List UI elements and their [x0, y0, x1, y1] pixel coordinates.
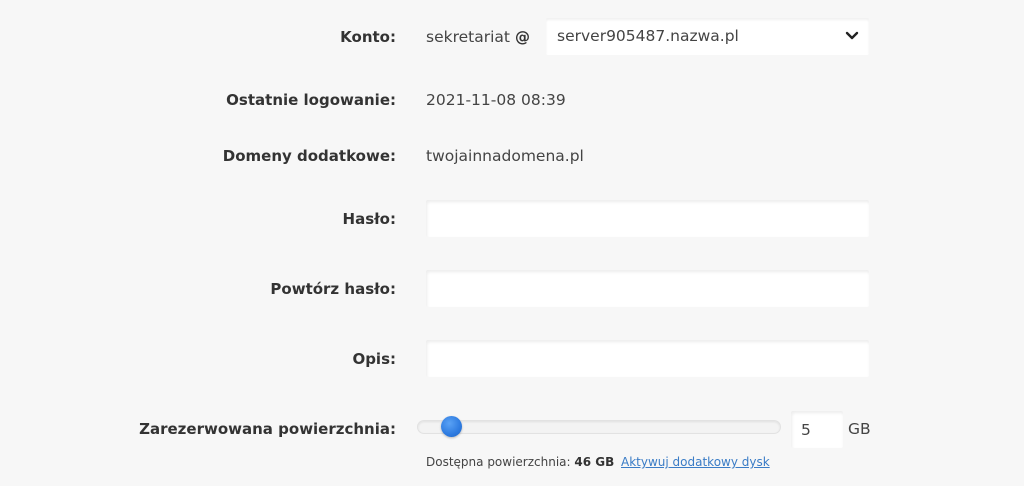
slider-handle[interactable]	[441, 416, 462, 437]
activate-disk-link[interactable]: Aktywuj dodatkowy dysk	[621, 454, 770, 470]
last-login-value: 2021-11-08 08:39	[426, 91, 566, 109]
available-space-value: 46 GB	[574, 455, 615, 469]
password-label: Hasło:	[342, 210, 396, 228]
description-field[interactable]	[426, 340, 869, 377]
reserved-space-label: Zarezerwowana powierzchnia:	[139, 420, 396, 438]
last-login-label: Ostatnie logowanie:	[226, 91, 396, 109]
chevron-down-icon	[845, 31, 859, 40]
reserved-space-input[interactable]	[791, 411, 843, 448]
account-label: Konto:	[340, 28, 396, 46]
password-repeat-label: Powtórz hasło:	[270, 280, 396, 298]
mailbox-edit-form: Konto: sekretariat @ server905487.nazwa.…	[0, 0, 1024, 486]
available-space-hint: Dostępna powierzchnia: 46 GB	[426, 454, 614, 470]
account-username: sekretariat	[426, 28, 510, 46]
domain-select[interactable]: server905487.nazwa.pl	[546, 18, 869, 55]
extra-domains-value: twojainnadomena.pl	[426, 147, 584, 165]
at-sign: @	[515, 28, 530, 46]
reserved-space-unit: GB	[848, 420, 871, 438]
available-space-label: Dostępna powierzchnia:	[426, 455, 571, 469]
password-repeat-field[interactable]	[426, 270, 869, 307]
description-label: Opis:	[352, 350, 396, 368]
extra-domains-label: Domeny dodatkowe:	[222, 147, 396, 165]
domain-select-value: server905487.nazwa.pl	[557, 27, 739, 45]
reserved-space-slider[interactable]	[417, 420, 781, 434]
password-field[interactable]	[426, 200, 869, 237]
